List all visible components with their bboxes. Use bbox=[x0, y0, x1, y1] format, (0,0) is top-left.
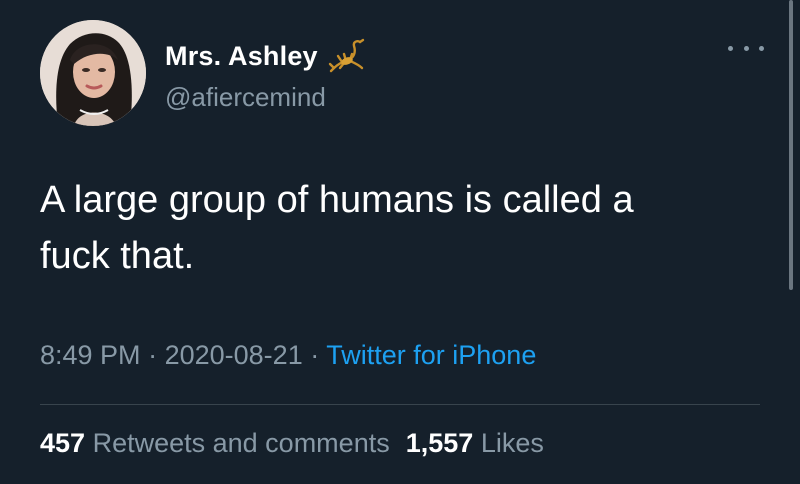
likes-stat[interactable]: 1,557 Likes bbox=[406, 428, 544, 458]
retweets-label: Retweets and comments bbox=[92, 428, 390, 458]
divider bbox=[40, 404, 760, 405]
retweets-count: 457 bbox=[40, 428, 86, 458]
dot bbox=[728, 45, 733, 51]
tweet-text-line-2: fuck that. bbox=[40, 235, 195, 277]
dot bbox=[743, 45, 749, 51]
tweet-time[interactable]: 8:49 PM bbox=[40, 340, 141, 370]
meta-separator: · bbox=[148, 340, 158, 370]
tweet-date[interactable]: 2020-08-21 bbox=[165, 340, 303, 370]
scorpion-icon bbox=[328, 38, 370, 74]
tweet-card: Mrs. Ashley @afiercemind A large group o… bbox=[0, 0, 800, 484]
avatar[interactable] bbox=[40, 20, 146, 126]
user-handle[interactable]: @afiercemind bbox=[165, 82, 326, 113]
likes-label: Likes bbox=[480, 428, 544, 458]
tweet-source-link[interactable]: Twitter for iPhone bbox=[326, 340, 536, 370]
tweet-text: A large group of humans is called a fuck… bbox=[40, 172, 760, 284]
likes-count: 1,557 bbox=[405, 428, 474, 458]
dot bbox=[759, 45, 764, 51]
display-name[interactable]: Mrs. Ashley bbox=[165, 41, 318, 72]
meta-separator: · bbox=[310, 340, 320, 370]
tweet-meta: 8:49 PM · 2020-08-21 · Twitter for iPhon… bbox=[40, 340, 536, 371]
retweets-stat[interactable]: 457 Retweets and comments bbox=[40, 428, 390, 458]
more-options-icon[interactable] bbox=[728, 36, 764, 60]
scrollbar[interactable] bbox=[789, 0, 793, 290]
avatar-image bbox=[40, 20, 146, 126]
name-row: Mrs. Ashley bbox=[165, 38, 370, 74]
tweet-stats: 457 Retweets and comments 1,557 Likes bbox=[40, 428, 544, 459]
tweet-text-line-1: A large group of humans is called a bbox=[40, 179, 634, 221]
